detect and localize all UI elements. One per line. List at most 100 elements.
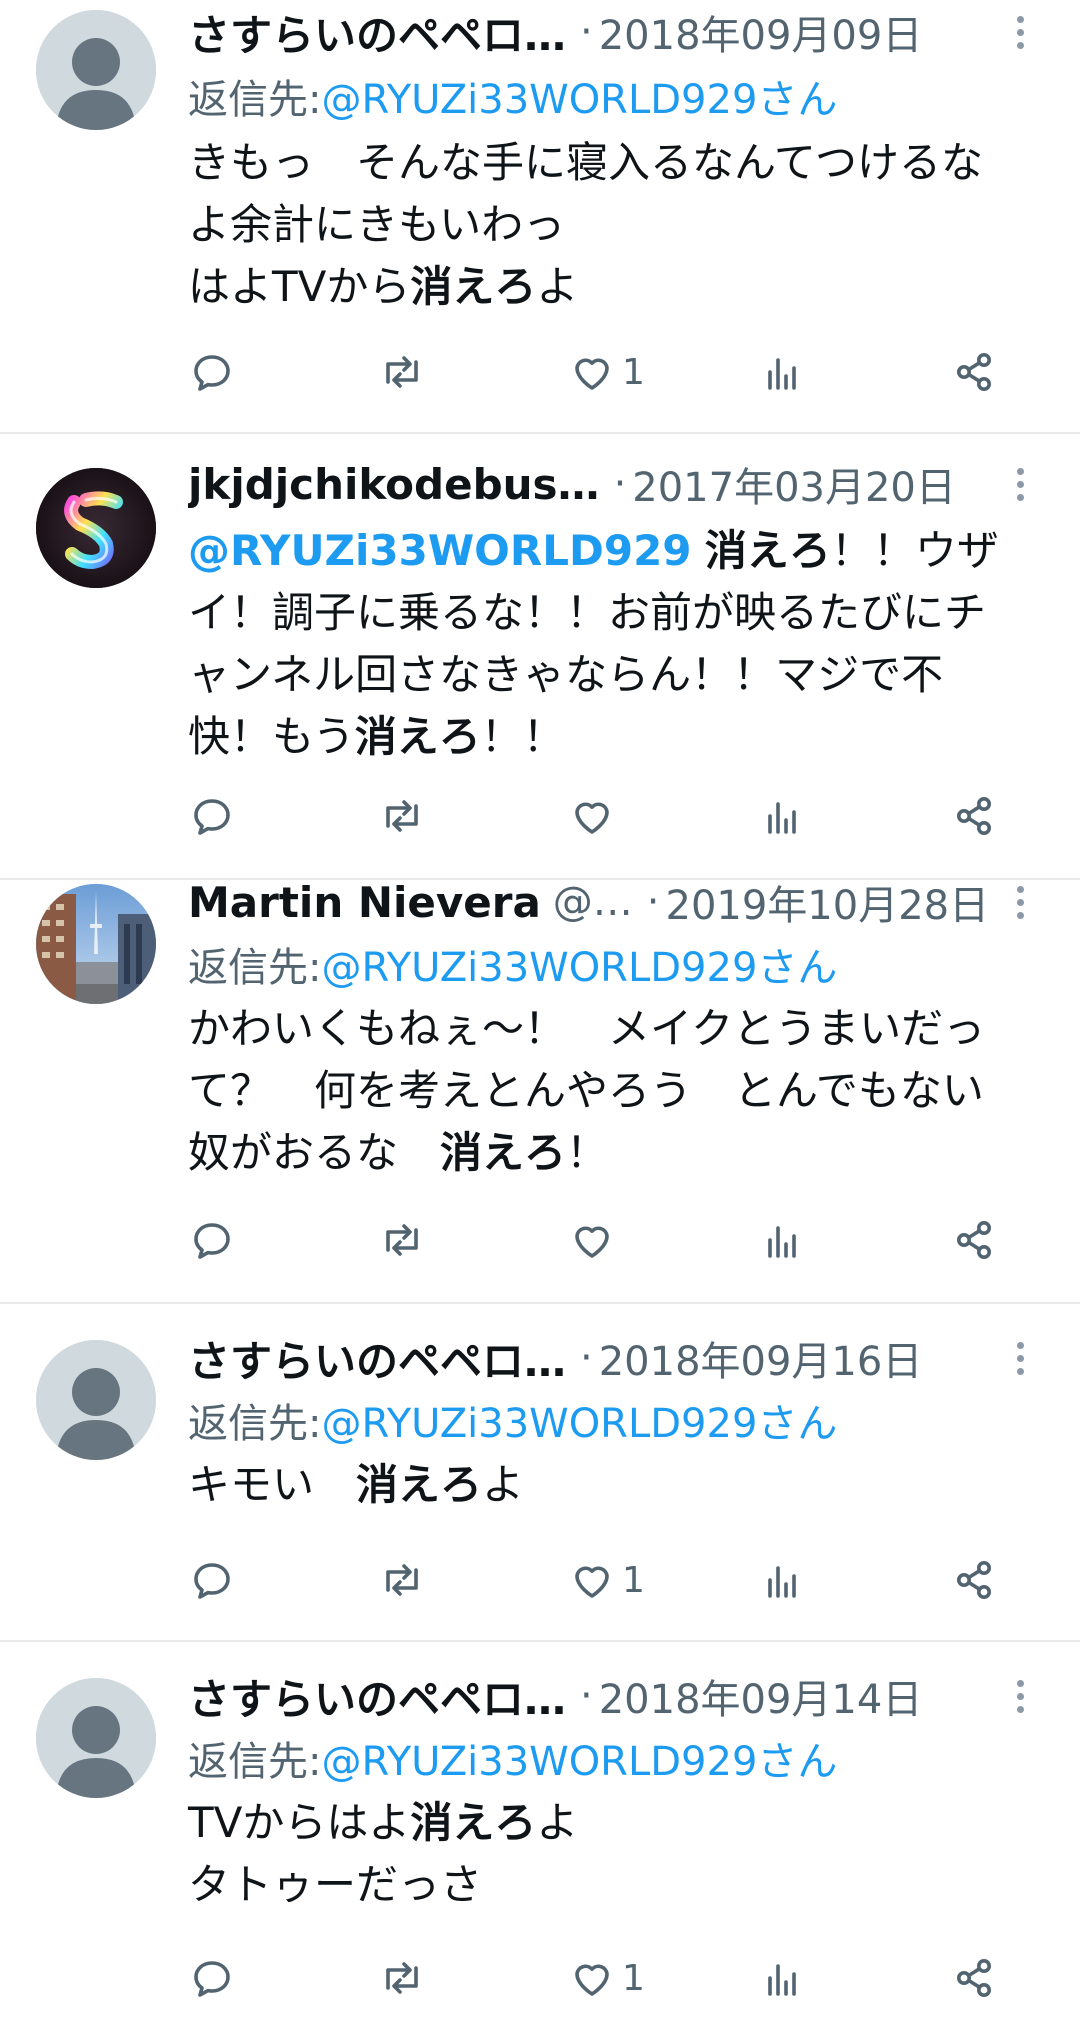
highlighted-term: 消えろ [440, 1128, 567, 1177]
text-segment: よ余計にきもいわっ [188, 200, 566, 249]
default-avatar-icon [36, 1678, 156, 1798]
retweet-button[interactable] [378, 1550, 426, 1610]
tweet-date[interactable]: 2018年09月14日 [599, 1668, 923, 1724]
like-count: 1 [622, 351, 645, 393]
reply-to-link[interactable]: @RYUZi33WORLD929さん [321, 1391, 837, 1449]
views-button[interactable] [758, 1210, 806, 1270]
share-button[interactable] [950, 1550, 998, 1610]
tweet-text-line: かわいくもねぇ〜！ メイクとうまいだっ [188, 998, 1048, 1060]
reply-button[interactable] [188, 786, 236, 846]
more-icon[interactable] [1000, 874, 1040, 930]
avatar[interactable] [36, 468, 156, 588]
text-segment: きもっ そんな手に寝入るなんてつけるな [188, 138, 984, 187]
tweet-text-line: イ！調子に乗るな！！お前が映るたびにチ [188, 582, 1048, 644]
tweet-date[interactable]: 2017年03月20日 [632, 456, 956, 512]
reply-button[interactable] [188, 342, 236, 402]
highlighted-term: 消えろ [356, 1460, 483, 1509]
tweet-text-line: 奴がおるな 消えろ！ [188, 1122, 1048, 1184]
display-name[interactable]: さすらいのペペロ… [188, 1668, 566, 1724]
text-segment: ！！ [480, 712, 565, 761]
tweet-text: きもっ そんな手に寝入るなんてつけるな よ余計にきもいわっ はよTVから消えろよ [188, 132, 1048, 318]
separator-dot: · [580, 9, 593, 55]
reply-button[interactable] [188, 1210, 236, 1270]
tweet-date[interactable]: 2018年09月09日 [599, 4, 923, 60]
retweet-icon [386, 1224, 418, 1256]
highlighted-term: 消えろ [354, 712, 481, 761]
avatar[interactable] [36, 1678, 156, 1798]
display-name[interactable]: さすらいのペペロ… [188, 1330, 566, 1386]
reply-prefix: 返信先: [188, 77, 322, 123]
more-icon[interactable] [1000, 4, 1040, 60]
share-button[interactable] [950, 786, 998, 846]
profile-photo [36, 468, 156, 588]
like-button[interactable] [568, 786, 622, 846]
views-button[interactable] [758, 1550, 806, 1610]
tweet-text: @RYUZi33WORLD929 消えろ！！ウザイ！調子に乗るな！！お前が映るた… [188, 520, 1048, 768]
tweet[interactable]: jkjdjchikodebus… · 2017年03月20日 @RYUZi33W… [0, 434, 1080, 878]
avatar[interactable] [36, 10, 156, 130]
share-button[interactable] [950, 1948, 998, 2008]
tweet-actions: 1 [188, 1948, 1028, 2008]
reply-to-link[interactable]: @RYUZi33WORLD929さん [321, 1729, 837, 1787]
profile-photo [36, 884, 156, 1004]
retweet-button[interactable] [378, 1948, 426, 2008]
reply-button[interactable] [188, 1948, 236, 2008]
retweet-button[interactable] [378, 1210, 426, 1270]
avatar[interactable] [36, 1340, 156, 1460]
tweet-text-line: キモい 消えろよ [188, 1454, 1048, 1516]
tweet-actions: 1 [188, 1550, 1028, 1610]
text-segment: 奴がおるな [188, 1128, 441, 1177]
text-segment: よ [536, 262, 579, 311]
reply-button[interactable] [188, 1550, 236, 1610]
reply-context: 返信先: @RYUZi33WORLD929さん [188, 68, 1048, 124]
tweet[interactable]: さすらいのペペロ… · 2018年09月14日 返信先: @RYUZi33WOR… [0, 1642, 1080, 2020]
retweet-icon [386, 800, 418, 832]
views-icon [768, 802, 796, 834]
display-name[interactable]: Martin Nievera [188, 878, 541, 927]
retweet-button[interactable] [378, 342, 426, 402]
display-name[interactable]: jkjdjchikodebus… [188, 460, 600, 509]
tweet[interactable]: Martin Nievera @… · 2019年10月28日 返信先: @RY… [0, 878, 1080, 1304]
more-icon[interactable] [1000, 1330, 1040, 1386]
text-segment: イ！調子に乗るな！！お前が映るたびにチ [188, 588, 987, 637]
reply-icon [194, 1961, 230, 1997]
reply-icon [194, 355, 230, 391]
user-handle[interactable]: @… [553, 879, 633, 925]
tweet-text-line: 快！もう消えろ！！ [188, 706, 1048, 768]
tweet-text-line: ャンネル回さなきゃならん！！マジで不 [188, 644, 1048, 706]
retweet-button[interactable] [378, 786, 426, 846]
views-button[interactable] [758, 342, 806, 402]
like-button[interactable]: 1 [568, 1948, 645, 2008]
share-icon [957, 797, 991, 835]
mention-link[interactable]: @RYUZi33WORLD929 [188, 526, 692, 575]
tweet-text-line: @RYUZi33WORLD929 消えろ！！ウザ [188, 520, 1048, 582]
tweet-header: Martin Nievera @… · 2019年10月28日 [188, 874, 988, 930]
default-avatar-icon [36, 10, 156, 130]
share-icon [957, 353, 991, 391]
heart-icon [575, 1566, 609, 1598]
tweet[interactable]: さすらいのペペロ… · 2018年09月16日 返信先: @RYUZi33WOR… [0, 1304, 1080, 1642]
like-button[interactable] [568, 1210, 622, 1270]
like-button[interactable]: 1 [568, 342, 645, 402]
share-button[interactable] [950, 1210, 998, 1270]
share-icon [957, 1561, 991, 1599]
like-button[interactable]: 1 [568, 1550, 645, 1610]
tweet-header: さすらいのペペロ… · 2018年09月09日 [188, 4, 988, 60]
reply-to-link[interactable]: @RYUZi33WORLD929さん [321, 935, 837, 993]
views-button[interactable] [758, 1948, 806, 2008]
reply-to-link[interactable]: @RYUZi33WORLD929さん [321, 67, 837, 125]
avatar[interactable] [36, 884, 156, 1004]
text-segment: はよTVから [188, 262, 411, 311]
reply-icon [194, 1223, 230, 1259]
tweet[interactable]: さすらいのペペロ… · 2018年09月09日 返信先: @RYUZi33WOR… [0, 0, 1080, 432]
heart-icon [575, 358, 609, 390]
display-name[interactable]: さすらいのペペロ… [188, 4, 566, 60]
views-button[interactable] [758, 786, 806, 846]
tweet-date[interactable]: 2019年10月28日 [666, 874, 988, 930]
share-button[interactable] [950, 342, 998, 402]
reply-prefix: 返信先: [188, 1401, 322, 1447]
more-icon[interactable] [1000, 1668, 1040, 1724]
more-icon[interactable] [1000, 456, 1040, 512]
text-segment: ャンネル回さなきゃならん！！マジで不 [188, 650, 944, 699]
tweet-date[interactable]: 2018年09月16日 [599, 1330, 923, 1386]
